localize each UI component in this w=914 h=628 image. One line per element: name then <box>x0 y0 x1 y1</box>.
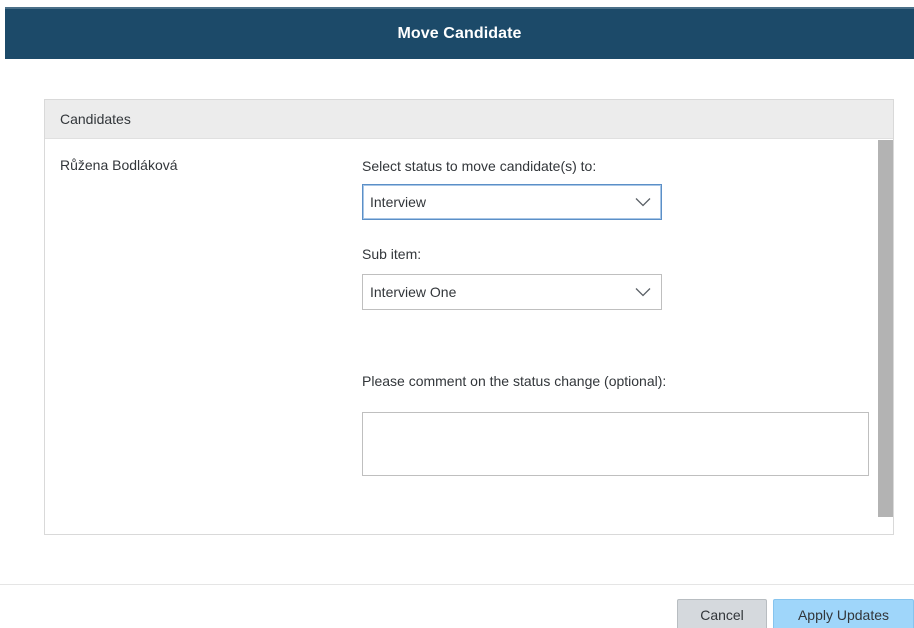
candidates-panel-header: Candidates <box>45 100 893 139</box>
cancel-button-label: Cancel <box>700 607 744 623</box>
cancel-button[interactable]: Cancel <box>677 599 767 628</box>
status-select-value: Interview <box>370 194 427 210</box>
candidate-name: Růžena Bodláková <box>60 157 178 173</box>
footer-divider <box>0 584 914 585</box>
candidates-panel: Candidates Růžena Bodláková Select statu… <box>44 99 894 535</box>
status-select-label: Select status to move candidate(s) to: <box>362 158 597 174</box>
status-select[interactable]: Interview <box>362 184 662 220</box>
top-strip <box>0 0 914 4</box>
move-candidate-dialog: Move Candidate Candidates Růžena Bodláko… <box>0 0 914 628</box>
dialog-title-bar: Move Candidate <box>5 7 914 59</box>
sub-item-label: Sub item: <box>362 246 422 262</box>
chevron-down-icon[interactable] <box>625 185 661 219</box>
apply-updates-button[interactable]: Apply Updates <box>773 599 914 628</box>
dialog-title: Move Candidate <box>397 25 522 42</box>
sub-item-select[interactable]: Interview One <box>362 274 662 310</box>
candidates-header-label: Candidates <box>60 111 131 127</box>
comment-label: Please comment on the status change (opt… <box>362 373 667 389</box>
panel-scrollbar[interactable] <box>878 140 893 517</box>
sub-item-select-value: Interview One <box>370 284 457 300</box>
comment-textarea[interactable] <box>362 412 869 476</box>
apply-updates-button-label: Apply Updates <box>797 607 890 623</box>
chevron-down-icon[interactable] <box>625 275 661 309</box>
